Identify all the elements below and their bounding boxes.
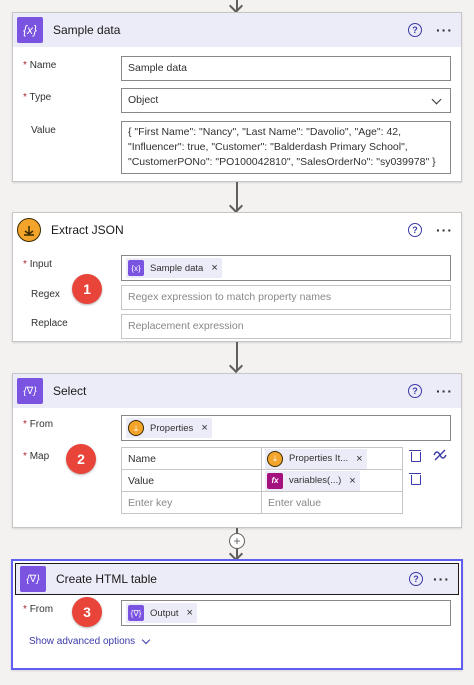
switch-mode-icon[interactable] [433, 449, 447, 461]
delete-icon[interactable] [409, 472, 421, 485]
type-label: * Type [23, 92, 52, 103]
create-html-table-header[interactable]: {∇} Create HTML table ? ··· [15, 563, 459, 595]
variable-icon: {x} [128, 260, 144, 276]
show-advanced-options-link[interactable]: Show advanced options [23, 635, 153, 647]
step-badge-3: 3 [72, 597, 102, 627]
from-field[interactable]: {∇} Output × [121, 600, 451, 626]
help-icon[interactable]: ? [408, 384, 422, 398]
add-step-button[interactable]: + [229, 533, 245, 549]
value-line: { "First Name": "Nancy", "Last Name": "D… [128, 126, 402, 138]
card-title: Extract JSON [51, 223, 124, 237]
token-label: variables(...) [289, 475, 342, 486]
token-label: Properties [150, 422, 194, 434]
token-label: Properties It... [289, 453, 349, 464]
table-row: Enter key Enter value [121, 491, 403, 514]
replace-label: Replace [31, 318, 68, 329]
more-options-icon[interactable]: ··· [436, 383, 453, 399]
regex-input[interactable]: Regex expression to match property names [121, 285, 451, 310]
step-badge-2: 2 [66, 444, 96, 474]
map-key-placeholder[interactable]: Enter key [121, 491, 262, 514]
more-options-icon[interactable]: ··· [436, 22, 453, 38]
select-header[interactable]: {∇} Select ? ··· [13, 374, 461, 408]
close-icon[interactable]: × [349, 475, 355, 487]
map-key-input[interactable]: Name [121, 447, 262, 470]
name-input[interactable]: Sample data [121, 56, 451, 81]
variable-icon: {x} [17, 17, 43, 43]
card-title: Create HTML table [56, 572, 157, 586]
data-operation-icon: {∇} [128, 605, 144, 621]
map-value-input[interactable]: fx variables(...) × [261, 469, 403, 492]
more-options-icon[interactable]: ··· [436, 222, 453, 238]
token-sample-data[interactable]: {x} Sample data × [126, 258, 222, 278]
sample-data-header[interactable]: {x} Sample data ? ··· [13, 13, 461, 47]
sample-data-card: {x} Sample data ? ··· * Name Sample data… [12, 12, 462, 182]
extract-json-icon [17, 218, 41, 242]
close-icon[interactable]: × [211, 261, 217, 276]
input-label: * Input [23, 259, 52, 270]
token-properties-item[interactable]: ⤓ Properties It... × [265, 448, 367, 469]
value-label: Value [31, 125, 56, 136]
data-operation-icon: {∇} [20, 566, 46, 592]
token-properties[interactable]: ⤓ Properties × [126, 418, 212, 438]
extract-json-header[interactable]: Extract JSON ? ··· [13, 213, 461, 247]
help-icon[interactable]: ? [408, 23, 422, 37]
token-variables[interactable]: fx variables(...) × [265, 470, 360, 491]
extract-json-icon: ⤓ [128, 420, 144, 436]
more-options-icon[interactable]: ··· [433, 571, 450, 587]
connector-arrow [236, 342, 238, 370]
map-key-input[interactable]: Value [121, 469, 262, 492]
type-value: Object [128, 94, 159, 106]
expression-icon: fx [267, 472, 283, 489]
replace-input[interactable]: Replacement expression [121, 314, 451, 339]
close-icon[interactable]: × [187, 606, 193, 621]
close-icon[interactable]: × [356, 453, 362, 465]
value-input[interactable]: { "First Name": "Nancy", "Last Name": "D… [121, 121, 451, 174]
token-label: Output [150, 607, 179, 619]
map-value-input[interactable]: ⤓ Properties It... × [261, 447, 403, 470]
chevron-down-icon [431, 94, 442, 104]
token-output[interactable]: {∇} Output × [126, 603, 197, 623]
token-label: Sample data [150, 262, 204, 274]
map-value-placeholder[interactable]: Enter value [261, 491, 403, 514]
close-icon[interactable]: × [201, 421, 207, 436]
table-row: Value fx variables(...) × [121, 469, 403, 492]
value-line: "Influencer": true, "Customer": "Balderd… [128, 141, 408, 153]
value-line: "CustomerPONo": "PO100042810", "SalesOrd… [128, 156, 436, 168]
data-operation-icon: {∇} [17, 378, 43, 404]
type-select[interactable]: Object [121, 88, 451, 113]
delete-icon[interactable] [409, 449, 421, 462]
connector-arrow-top [236, 0, 238, 10]
step-badge-1: 1 [72, 274, 102, 304]
input-field[interactable]: {x} Sample data × [121, 255, 451, 281]
chevron-down-icon [141, 635, 151, 645]
from-field[interactable]: ⤓ Properties × [121, 415, 451, 441]
extract-json-icon: ⤓ [267, 450, 283, 467]
from-label: * From [23, 419, 54, 430]
map-table: Name ⤓ Properties It... × Value fx varia… [121, 447, 403, 514]
table-row: Name ⤓ Properties It... × [121, 447, 403, 470]
help-icon[interactable]: ? [408, 223, 422, 237]
help-icon[interactable]: ? [409, 572, 423, 586]
connector-arrow [236, 182, 238, 210]
advanced-label: Show advanced options [29, 636, 136, 647]
card-title: Select [53, 384, 87, 398]
card-title: Sample data [53, 23, 121, 37]
name-label: * Name [23, 60, 57, 71]
